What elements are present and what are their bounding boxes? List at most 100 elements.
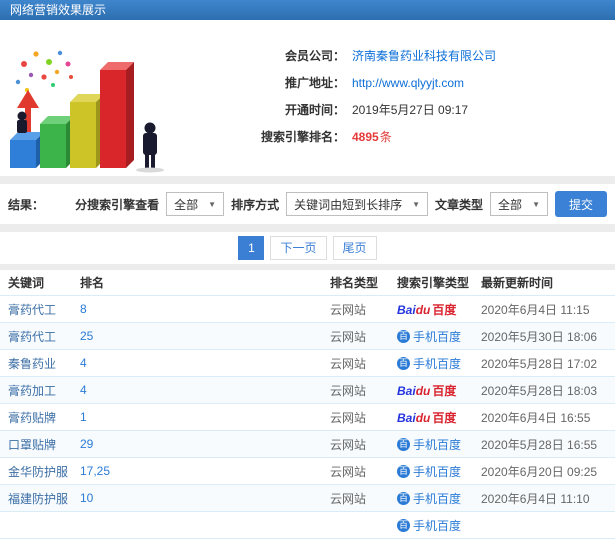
next-page-button[interactable]: 下一页 — [270, 236, 327, 260]
open-time-row: 开通时间： 2019年5月27日 09:17 — [175, 96, 615, 123]
rank-type-cell: 云网站 — [330, 410, 367, 425]
rank-type-cell: 云网站 — [330, 437, 367, 452]
engine-rank-row: 搜索引擎排名： 4895 条 — [175, 123, 615, 150]
open-time-value: 2019年5月27日 09:17 — [352, 103, 469, 117]
header-update-time: 最新更新时间 — [481, 276, 554, 290]
keyword-link[interactable]: 福建防护服 — [0, 490, 80, 507]
mobile-baidu-logo: 百手机百度 — [397, 437, 462, 452]
last-page-button[interactable]: 尾页 — [332, 236, 377, 260]
table-row: 膏药贴牌 1 云网站 Baidu 百度 2020年6月4日 16:55 — [0, 404, 615, 431]
keyword-link[interactable]: 秦鲁药业 — [0, 355, 80, 372]
chevron-down-icon: ▼ — [532, 199, 540, 209]
update-time-cell: 2020年5月30日 18:06 — [481, 329, 598, 344]
header-keyword: 关键词 — [8, 276, 45, 290]
baidu-logo: Baidu 百度 — [397, 410, 457, 425]
engine-cell: Baidu 百度 — [397, 301, 481, 318]
promo-url-row: 推广地址： http://www.qlyyjt.com — [175, 69, 615, 96]
mobile-baidu-icon: 百 — [397, 437, 410, 451]
open-time-label: 开通时间： — [284, 103, 345, 117]
sort-value: 关键词由短到长排序 — [294, 197, 403, 212]
chevron-down-icon: ▼ — [412, 199, 421, 209]
member-info-section: 会员公司： 济南秦鲁药业科技有限公司 推广地址： http://www.qlyy… — [0, 20, 615, 176]
engine-filter-value: 全部 — [174, 197, 199, 212]
header-rank-type: 排名类型 — [330, 276, 379, 290]
update-time-cell: 2020年6月4日 11:10 — [481, 491, 590, 506]
member-company-label: 会员公司： — [284, 49, 345, 63]
rank-link[interactable]: 10 — [80, 491, 330, 505]
result-label: 结果： — [8, 197, 45, 212]
keyword-link[interactable]: 膏药代工 — [0, 328, 80, 345]
header-engine-type: 搜索引擎类型 — [397, 276, 470, 290]
update-time-cell: 2020年5月28日 18:03 — [481, 383, 598, 398]
keyword-link[interactable]: 金华防护服 — [0, 463, 80, 480]
member-company-link[interactable]: 济南秦鲁药业科技有限公司 — [352, 47, 496, 64]
table-body: 膏药代工 8 云网站 Baidu 百度 2020年6月4日 11:15 膏药代工 25 云网站百… — [0, 296, 615, 539]
engine-filter-label: 分搜索引擎查看 — [75, 197, 160, 212]
table-row: 秦鲁药业 4 云网站 百手机百度 2020年5月28日 17:02 — [0, 350, 615, 377]
sort-select[interactable]: 关键词由短到长排序 ▼ — [286, 192, 429, 216]
engine-rank-count: 4895 — [352, 129, 379, 144]
update-time-cell: 2020年6月4日 11:15 — [481, 302, 590, 317]
update-time-cell: 2020年5月28日 16:55 — [481, 437, 598, 452]
rank-link[interactable]: 4 — [80, 383, 330, 397]
member-company-row: 会员公司： 济南秦鲁药业科技有限公司 — [175, 42, 615, 69]
rank-type-cell: 云网站 — [330, 356, 367, 371]
filter-bar: 结果： 分搜索引擎查看 全部 ▼ 排序方式 关键词由短到长排序 ▼ 文章类型 全… — [0, 184, 615, 224]
mobile-baidu-icon: 百 — [397, 329, 410, 343]
keyword-link[interactable]: 膏药代工 — [0, 301, 80, 318]
mobile-baidu-icon: 百 — [397, 491, 410, 505]
rank-link[interactable]: 4 — [80, 356, 330, 370]
rank-type-cell: 云网站 — [330, 491, 367, 506]
chevron-down-icon: ▼ — [208, 199, 217, 209]
keyword-link[interactable]: 膏药加工 — [0, 382, 80, 399]
engine-cell: Baidu 百度 — [397, 409, 481, 426]
table-row: 福建防护服 10 云网站 百手机百度 2020年6月4日 11:10 — [0, 485, 615, 512]
bar-chart-illustration — [0, 20, 175, 176]
engine-cell: Baidu 百度 — [397, 382, 481, 399]
promo-url-link[interactable]: http://www.qlyyjt.com — [352, 76, 464, 90]
baidu-logo: Baidu 百度 — [397, 383, 457, 398]
rank-link[interactable]: 17,25 — [80, 464, 330, 478]
keyword-link[interactable]: 膏药贴牌 — [0, 409, 80, 426]
table-row: 膏药代工 25 云网站 百手机百度 2020年5月30日 18:06 — [0, 323, 615, 350]
member-fields: 会员公司： 济南秦鲁药业科技有限公司 推广地址： http://www.qlyy… — [175, 20, 615, 176]
page-number-current[interactable]: 1 — [238, 236, 265, 260]
rank-type-cell: 云网站 — [330, 464, 367, 479]
engine-cell: 百手机百度 — [397, 463, 481, 480]
article-type-value: 全部 — [498, 197, 523, 212]
table-row: 膏药代工 8 云网站 Baidu 百度 2020年6月4日 11:15 — [0, 296, 615, 323]
engine-cell: 百手机百度 — [397, 490, 481, 507]
mobile-baidu-logo: 百手机百度 — [397, 518, 462, 533]
engine-filter-select[interactable]: 全部 ▼ — [166, 192, 225, 216]
update-time-cell: 2020年6月4日 16:55 — [481, 410, 591, 425]
rank-link[interactable]: 29 — [80, 437, 330, 451]
keyword-link[interactable]: 口罩贴牌 — [0, 436, 80, 453]
promo-url-label: 推广地址： — [284, 76, 345, 90]
header-rank: 排名 — [80, 276, 105, 290]
rank-link[interactable]: 8 — [80, 302, 330, 316]
mobile-baidu-logo: 百手机百度 — [397, 356, 462, 371]
table-row: 百手机百度 — [0, 512, 615, 539]
table-row: 膏药加工 4 云网站 Baidu 百度 2020年5月28日 18:03 — [0, 377, 615, 404]
mobile-baidu-logo: 百手机百度 — [397, 464, 462, 479]
update-time-cell: 2020年5月28日 17:02 — [481, 356, 598, 371]
mobile-baidu-logo: 百手机百度 — [397, 329, 462, 344]
submit-button[interactable]: 提交 — [554, 191, 607, 217]
rank-type-cell: 云网站 — [330, 329, 367, 344]
page-titlebar: 网络营销效果展示 — [0, 0, 615, 20]
engine-rank-label: 搜索引擎排名： — [260, 130, 345, 144]
baidu-logo: Baidu 百度 — [397, 302, 457, 317]
article-type-select[interactable]: 全部 ▼ — [490, 192, 548, 216]
rank-link[interactable]: 25 — [80, 329, 330, 343]
bar-chart-illustration-svg — [10, 50, 164, 173]
mobile-baidu-icon: 百 — [397, 356, 410, 370]
engine-cell: 百手机百度 — [397, 355, 481, 372]
article-type-label: 文章类型 — [435, 197, 484, 212]
rank-link[interactable]: 1 — [80, 410, 330, 424]
pagination: 1 下一页 尾页 — [0, 232, 615, 264]
mobile-baidu-logo: 百手机百度 — [397, 491, 462, 506]
page-title: 网络营销效果展示 — [10, 3, 107, 17]
sort-label: 排序方式 — [231, 197, 280, 212]
engine-cell: 百手机百度 — [397, 328, 481, 345]
table-header-row: 关键词 排名 排名类型 搜索引擎类型 最新更新时间 — [0, 270, 615, 296]
